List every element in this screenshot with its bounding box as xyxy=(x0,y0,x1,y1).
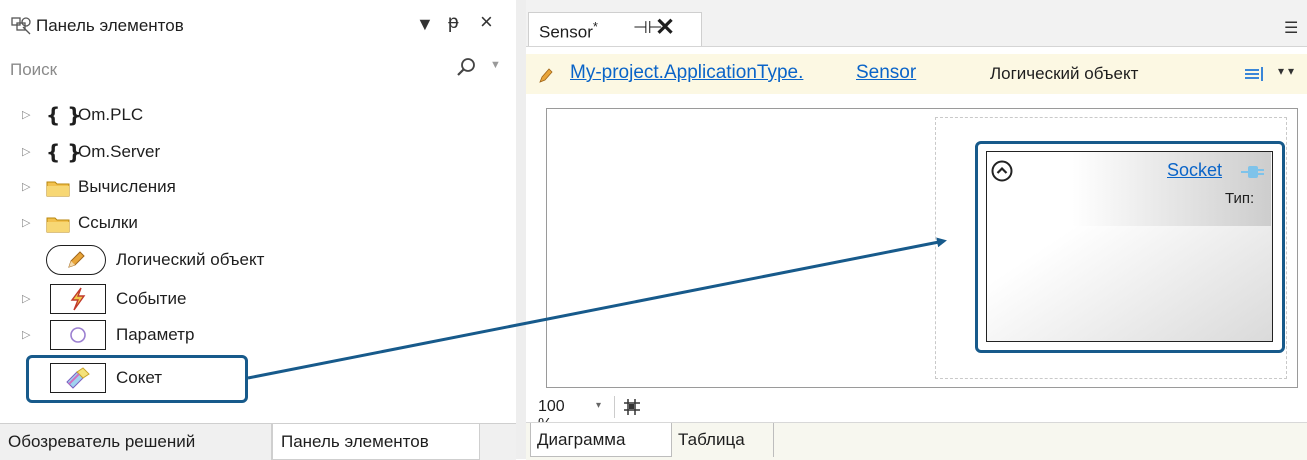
expand-icon[interactable]: ▷ xyxy=(22,108,30,121)
expand-icon[interactable]: ▷ xyxy=(22,145,30,158)
tree-item-label: Логический объект xyxy=(116,250,265,269)
tab-close-icon[interactable]: ✕ xyxy=(655,13,675,42)
tree-item-event[interactable]: ▷ Событие xyxy=(0,282,500,318)
collapse-icon[interactable] xyxy=(991,160,1013,182)
expand-icon[interactable]: ▷ xyxy=(22,216,30,229)
tab-toolbox[interactable]: Панель элементов xyxy=(272,424,480,460)
tree-item-label: Ссылки xyxy=(78,213,138,232)
toolbox-title: Панель элементов xyxy=(36,16,184,35)
folder-icon xyxy=(46,217,70,233)
document-editor: Sensor* ⊣⊢ ✕ ☰ My-project.ApplicationTyp… xyxy=(526,0,1307,460)
breadcrumb-path-link[interactable]: My-project.ApplicationType. xyxy=(570,62,803,84)
divider xyxy=(614,396,615,418)
parameter-icon xyxy=(50,320,106,350)
tree-item-om-plc[interactable]: ▷ { } Om.PLC xyxy=(0,98,500,134)
close-icon[interactable]: × xyxy=(480,9,493,35)
tab-table[interactable]: Таблица xyxy=(672,423,774,457)
tree-item-logic-object[interactable]: Логический объект xyxy=(0,243,500,279)
breadcrumb-name-link[interactable]: Sensor xyxy=(856,62,916,84)
expand-icon[interactable]: ▷ xyxy=(22,180,30,193)
toolbox-icon xyxy=(11,17,31,35)
diagram-canvas[interactable]: Socket Тип: xyxy=(546,108,1298,388)
tab-solution-explorer[interactable]: Обозреватель решений xyxy=(0,424,272,460)
tree-item-label: Om.Server xyxy=(78,142,161,161)
logic-object-icon xyxy=(46,245,106,275)
grid-icon[interactable] xyxy=(622,398,642,416)
logic-object-icon xyxy=(539,68,553,83)
document-list-icon[interactable]: ☰ xyxy=(1284,18,1298,38)
tab-diagram[interactable]: Диаграмма xyxy=(530,423,672,457)
folder-icon xyxy=(46,181,70,197)
plug-icon xyxy=(1241,166,1264,178)
document-tab-strip: Sensor* ⊣⊢ ✕ ☰ xyxy=(526,0,1307,47)
tree-item-om-server[interactable]: ▷ { } Om.Server xyxy=(0,135,500,171)
properties-icon[interactable] xyxy=(1244,66,1268,82)
tree-item-label: Параметр xyxy=(116,325,195,344)
expand-icon[interactable]: ▷ xyxy=(22,292,30,305)
document-tab-title: Sensor* xyxy=(539,19,598,42)
object-type-label: Логический объект xyxy=(990,64,1139,83)
search-input[interactable] xyxy=(6,54,452,86)
tree-item-label: Событие xyxy=(116,289,187,308)
panel-splitter[interactable] xyxy=(516,0,526,459)
toolbox-title-bar: Панель элементов ▼ ᵽ × xyxy=(0,6,516,46)
event-icon xyxy=(50,284,106,314)
tree-item-links[interactable]: ▷ Ссылки xyxy=(0,206,500,242)
chevron-down-icon[interactable]: ▾ xyxy=(596,400,601,411)
braces-icon: { } xyxy=(46,140,82,164)
socket-block-highlight: Socket Тип: xyxy=(975,141,1285,353)
navigation-arrows-icon[interactable]: ▾▾ xyxy=(1278,64,1298,78)
tree-item-calculations[interactable]: ▷ Вычисления xyxy=(0,170,500,206)
socket-item-highlight xyxy=(26,355,248,403)
braces-icon: { } xyxy=(46,103,82,127)
document-tab-sensor[interactable]: Sensor* ⊣⊢ ✕ xyxy=(528,12,702,46)
breadcrumb: My-project.ApplicationType. Sensor Логич… xyxy=(526,54,1307,94)
socket-block[interactable]: Socket Тип: xyxy=(986,151,1273,342)
dropdown-arrow-icon[interactable]: ▼ xyxy=(416,14,434,35)
expand-icon[interactable]: ▷ xyxy=(22,328,30,341)
search-icon[interactable] xyxy=(454,56,478,80)
tree-item-label: Вычисления xyxy=(78,177,176,196)
tree-item-label: Om.PLC xyxy=(78,105,144,124)
socket-type-label: Тип: xyxy=(1225,190,1255,207)
toolbox-bottom-tabs: Обозреватель решений Панель элементов xyxy=(0,423,516,460)
socket-block-header xyxy=(987,152,1271,226)
toolbox-search: ▼ xyxy=(6,54,510,86)
socket-name-link[interactable]: Socket xyxy=(1167,160,1222,181)
tree-item-parameter[interactable]: ▷ Параметр xyxy=(0,318,500,354)
view-tabs: Диаграмма Таблица xyxy=(526,422,1307,460)
search-options-icon[interactable]: ▼ xyxy=(490,59,501,71)
pin-icon[interactable]: ᵽ xyxy=(448,12,459,34)
